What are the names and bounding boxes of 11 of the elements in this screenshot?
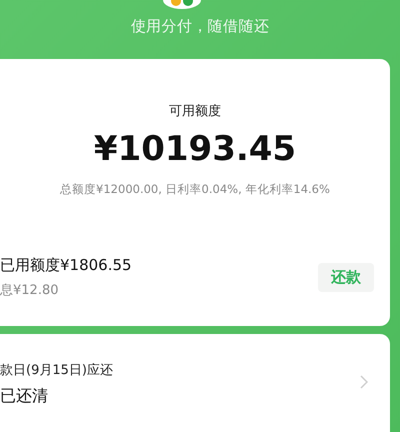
due-date-label: 款日(9月15日)应还 xyxy=(0,362,113,380)
subtitle: 使用分付，随借随还 xyxy=(130,16,270,37)
repay-status: 已还清 xyxy=(0,385,49,407)
logo-icon xyxy=(163,0,201,9)
used-amount: 已用额度¥1806.55 xyxy=(0,255,132,276)
credit-details: 总额度¥12000.00, 日利率0.04%, 年化利率14.6% xyxy=(60,181,330,198)
interest-text: 息¥12.80 xyxy=(0,282,60,300)
available-label: 可用额度 xyxy=(169,102,221,120)
due-card[interactable]: 款日(9月15日)应还 已还清 xyxy=(0,334,390,432)
available-amount: ¥10193.45 xyxy=(94,129,296,169)
chevron-right-icon xyxy=(360,374,368,388)
